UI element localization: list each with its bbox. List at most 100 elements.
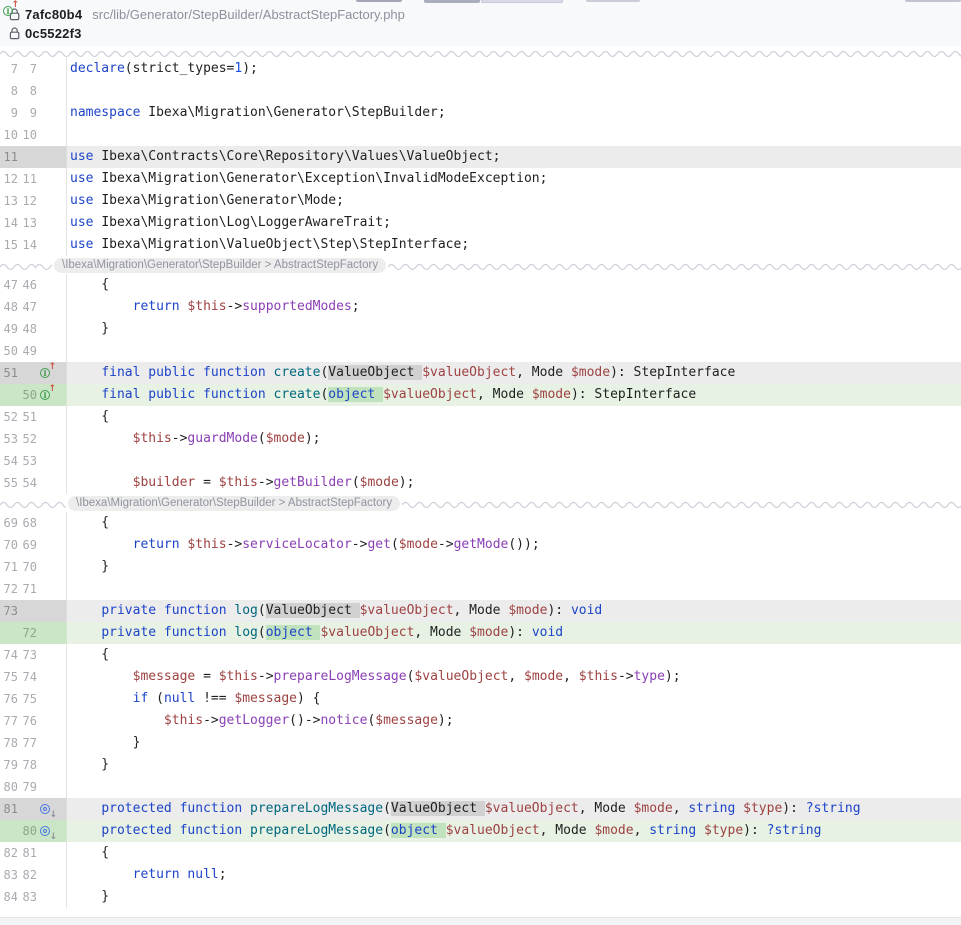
code-token (70, 801, 101, 816)
diff-line: 7574 $message = $this->prepareLogMessage… (0, 666, 961, 688)
diff-line: 5554 $builder = $this->getBuilder($mode)… (0, 472, 961, 494)
code-line[interactable]: declare(strict_types=1); (66, 58, 961, 80)
code-line[interactable]: private function log(ValueObject $valueO… (66, 600, 961, 622)
code-line[interactable]: namespace Ibexa\Migration\Generator\Step… (66, 102, 961, 124)
diff-line: 7675 if (null !== $message) { (0, 688, 961, 710)
line-number-before: 80 (2, 776, 18, 798)
gutter: 72 (0, 622, 66, 644)
code-line[interactable]: $this->guardMode($mode); (66, 428, 961, 450)
gutter-icon-slot (37, 296, 59, 318)
code-line[interactable]: use Ibexa\Migration\Generator\Mode; (66, 190, 961, 212)
code-line[interactable]: use Ibexa\Contracts\Core\Repository\Valu… (66, 146, 961, 168)
commit-row-1: 7afc80b4 src/lib/Generator/StepBuilder/A… (8, 5, 961, 24)
code-line[interactable]: } (66, 754, 961, 776)
method-overridden-icon[interactable]: ↓ (40, 824, 55, 838)
code-line[interactable]: protected function prepareLogMessage(Val… (66, 798, 961, 820)
code-line[interactable]: use Ibexa\Migration\Generator\Exception\… (66, 168, 961, 190)
line-number-after: 11 (21, 168, 37, 190)
gutter-icon-slot (37, 688, 59, 710)
code-line[interactable]: return $this->serviceLocator->get($mode-… (66, 534, 961, 556)
code-token: final public function (101, 365, 273, 380)
code-token: = (195, 669, 218, 684)
code-line[interactable] (66, 80, 961, 102)
gutter-icon-slot (37, 472, 59, 494)
code-line[interactable]: { (66, 274, 961, 296)
code-line[interactable]: return $this->supportedModes; (66, 296, 961, 318)
code-line[interactable] (66, 450, 961, 472)
code-line[interactable]: protected function prepareLogMessage(obj… (66, 820, 961, 842)
gutter-icon-slot (37, 168, 59, 190)
gutter-icon-slot (37, 146, 59, 168)
code-line[interactable] (66, 776, 961, 798)
diff-view: 77declare(strict_types=1);8899namespace … (0, 46, 961, 917)
line-number-after: 47 (21, 296, 37, 318)
gutter-icon-slot (37, 864, 59, 886)
line-number-before: 8 (2, 80, 18, 102)
line-number-before: 55 (2, 472, 18, 494)
method-overridden-icon[interactable]: ↓ (40, 802, 55, 816)
gutter: 80↓ (0, 820, 66, 842)
line-number-before: 83 (2, 864, 18, 886)
code-line[interactable]: private function log(object $valueObject… (66, 622, 961, 644)
code-line[interactable]: final public function create(object $val… (66, 384, 961, 406)
code-token: ?string (806, 801, 861, 816)
code-line[interactable]: { (66, 406, 961, 428)
code-token: ) { (297, 691, 320, 706)
diff-line: 80↓ protected function prepareLogMessage… (0, 820, 961, 842)
code-line[interactable]: { (66, 512, 961, 534)
gutter: 99 (0, 102, 66, 124)
code-token: { (70, 277, 109, 292)
gutter: 8281 (0, 842, 66, 864)
code-line[interactable]: } (66, 556, 961, 578)
code-line[interactable]: { (66, 842, 961, 864)
code-line[interactable]: if (null !== $message) { (66, 688, 961, 710)
gutter: 5049 (0, 340, 66, 362)
file-path: src/lib/Generator/StepBuilder/AbstractSt… (92, 7, 405, 22)
diff-line: 5251 { (0, 406, 961, 428)
implements-method-icon[interactable]: I↑ (3, 4, 18, 18)
code-line[interactable]: use Ibexa\Migration\ValueObject\Step\Ste… (66, 234, 961, 256)
code-token: ): (743, 823, 766, 838)
code-line[interactable]: } (66, 886, 961, 908)
code-line[interactable]: return null; (66, 864, 961, 886)
code-line[interactable]: use Ibexa\Migration\Log\LoggerAwareTrait… (66, 212, 961, 234)
code-token: prepareLogMessage (274, 669, 407, 684)
code-line[interactable]: $builder = $this->getBuilder($mode); (66, 472, 961, 494)
code-line[interactable] (66, 124, 961, 146)
code-line[interactable] (66, 578, 961, 600)
code-token (70, 823, 101, 838)
code-line[interactable]: } (66, 318, 961, 340)
diff-line: 4847 return $this->supportedModes; (0, 296, 961, 318)
code-token: -> (227, 299, 243, 314)
code-token: ( (383, 801, 391, 816)
diff-line: 7271 (0, 578, 961, 600)
code-line[interactable]: $this->getLogger()->notice($message); (66, 710, 961, 732)
collapsed-region-breadcrumb[interactable]: \Ibexa\Migration\Generator\StepBuilder >… (68, 496, 400, 511)
code-token: , Mode (516, 365, 571, 380)
code-token: $mode (360, 475, 399, 490)
diff-line: 7069 return $this->serviceLocator->get($… (0, 534, 961, 556)
commit-hash-2[interactable]: 0c5522f3 (25, 26, 82, 41)
line-number-after: 13 (21, 212, 37, 234)
code-token: { (70, 647, 109, 662)
code-line[interactable] (66, 340, 961, 362)
implements-method-icon[interactable]: I↑ (40, 366, 55, 380)
diff-line: 7170 } (0, 556, 961, 578)
code-token: $builder (133, 475, 196, 490)
line-number-after: 49 (21, 340, 37, 362)
code-line[interactable]: } (66, 732, 961, 754)
code-line[interactable]: $message = $this->prepareLogMessage($val… (66, 666, 961, 688)
diff-line: 4948 } (0, 318, 961, 340)
code-token: -> (618, 669, 634, 684)
code-line[interactable]: { (66, 644, 961, 666)
implements-method-icon[interactable]: I↑ (40, 388, 55, 402)
code-token: $mode (594, 823, 633, 838)
changed-word: ValueObject (266, 603, 360, 618)
code-token: $this (133, 431, 172, 446)
code-line[interactable]: final public function create(ValueObject… (66, 362, 961, 384)
commit-hash-1[interactable]: 7afc80b4 (25, 7, 82, 22)
code-token: -> (258, 669, 274, 684)
collapsed-region-breadcrumb[interactable]: \Ibexa\Migration\Generator\StepBuilder >… (54, 258, 386, 273)
line-number-after: 51 (21, 406, 37, 428)
gutter: 7069 (0, 534, 66, 556)
